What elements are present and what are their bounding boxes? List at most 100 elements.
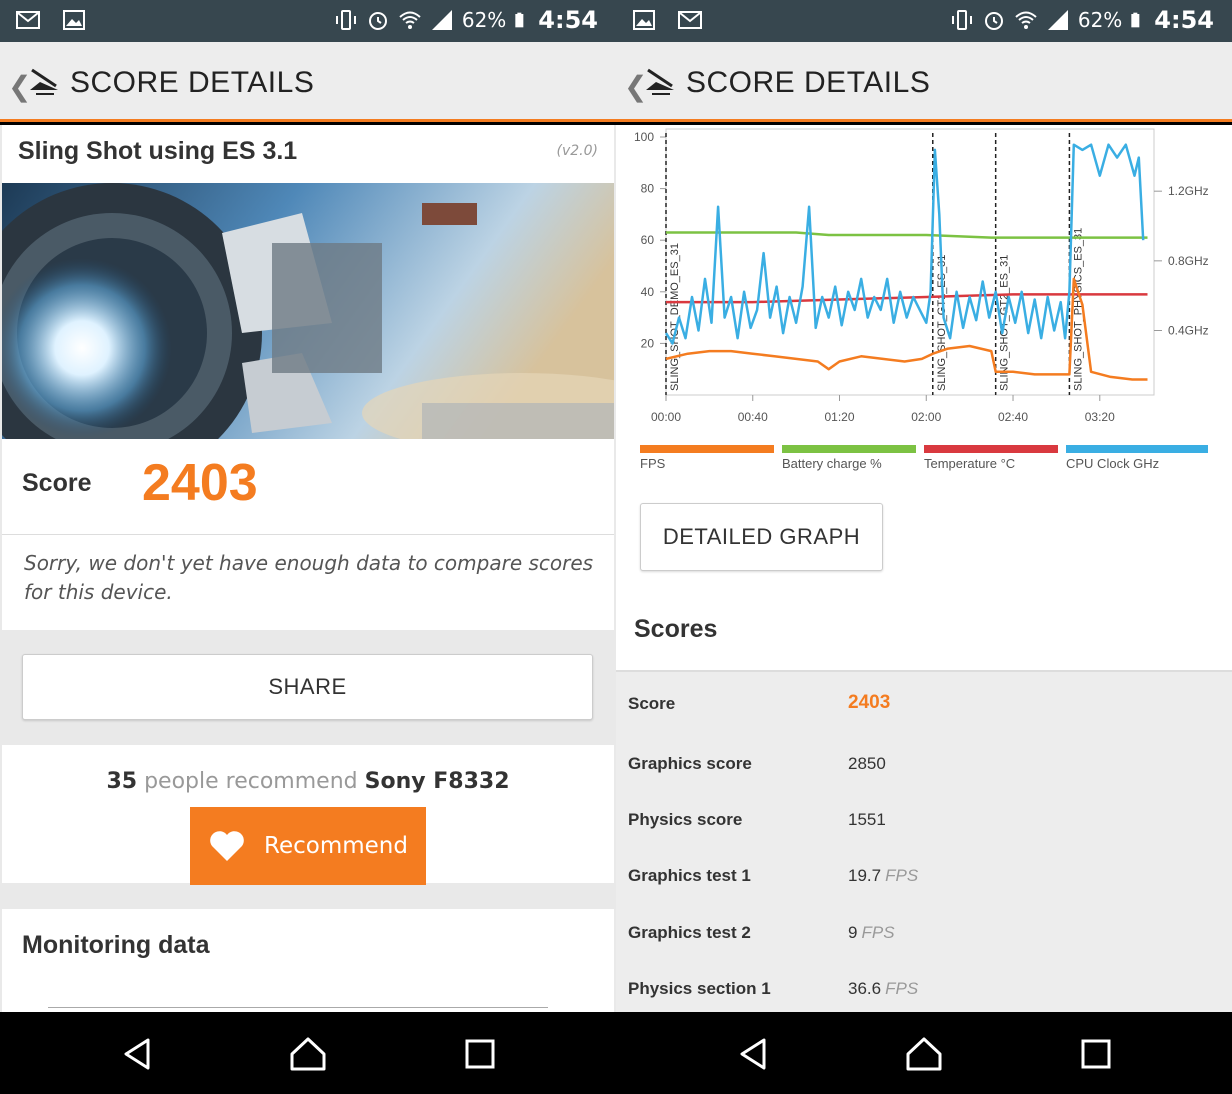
- recents-icon[interactable]: [460, 1034, 500, 1074]
- test-title: Sling Shot using ES 3.1: [18, 137, 298, 165]
- table-row: Graphics test 1 19.7 FPS: [616, 848, 1232, 904]
- battery-percent: 62%: [1077, 8, 1123, 32]
- gmail-icon: [16, 11, 40, 29]
- recents-icon[interactable]: [1076, 1034, 1116, 1074]
- wifi-icon: [1015, 11, 1037, 29]
- legend-temperature-swatch: [924, 445, 1058, 453]
- alarm-icon: [984, 12, 1003, 30]
- image-icon: [633, 10, 655, 30]
- row-unit: FPS: [861, 923, 895, 942]
- wifi-icon: [399, 11, 421, 29]
- legend-fps: FPS: [640, 456, 666, 471]
- vibrate-icon: [951, 10, 972, 30]
- y-tick-label: 40: [641, 285, 655, 299]
- status-bar-left: 62% 4:54: [0, 0, 616, 42]
- legend-temperature: Temperature °C: [924, 456, 1016, 471]
- page-title: SCORE DETAILS: [686, 66, 931, 99]
- table-row: Physics score 1551: [616, 792, 1232, 848]
- right-content[interactable]: 20 40 60 80 100 0.4GHz 0.8GHz 1.2GHz 00:00 00:40 0…: [616, 125, 1232, 1012]
- score-label: Score: [22, 469, 92, 497]
- row-value-wrap: 19.7 FPS: [848, 866, 918, 886]
- vibrate-icon: [335, 10, 356, 30]
- alarm-icon: [368, 12, 387, 30]
- table-row: Physics section 1 36.6 FPS: [616, 961, 1232, 1012]
- legend-battery: Battery charge %: [782, 456, 882, 471]
- legend-cpu-swatch: [1066, 445, 1208, 453]
- monitoring-chart: 20 40 60 80 100 0.4GHz 0.8GHz 1.2GHz 00:00 00:40 0…: [634, 128, 1209, 424]
- row-value-wrap: 36.6 FPS: [848, 979, 918, 999]
- recommend-count: 35: [106, 769, 138, 794]
- sling-shot-banner-image: [2, 183, 614, 439]
- app-bar-right: ❮ SCORE DETAILS: [616, 42, 1232, 122]
- row-value: 36.6: [848, 979, 882, 998]
- row-value: 9: [848, 923, 858, 942]
- table-row: Score 2403: [616, 676, 1232, 732]
- y-tick-label: 60: [641, 233, 655, 247]
- page-title: SCORE DETAILS: [70, 66, 315, 99]
- legend-cpu: CPU Clock GHz: [1066, 456, 1160, 471]
- recommend-card: 35 people recommend Sony F8332 Recommend: [2, 745, 614, 885]
- home-icon[interactable]: [904, 1034, 944, 1074]
- left-content[interactable]: Sling Shot using ES 3.1 (v2.0) Score 240…: [0, 125, 616, 1012]
- share-button[interactable]: SHARE: [22, 654, 593, 720]
- row-value: 2850: [848, 754, 886, 773]
- row-unit: FPS: [885, 979, 919, 998]
- status-bar-right: 62% 4:54: [616, 0, 1232, 42]
- detailed-graph-button[interactable]: DETAILED GRAPH: [640, 503, 883, 571]
- clock: 4:54: [1154, 6, 1214, 34]
- row-value: 19.7: [848, 866, 882, 885]
- row-label: Graphics test 1: [628, 866, 751, 885]
- y2-tick-label: 0.4GHz: [1168, 324, 1209, 338]
- row-value-wrap: 9 FPS: [848, 923, 895, 943]
- row-label: Graphics test 2: [628, 923, 751, 942]
- 3dmark-logo-icon[interactable]: [642, 60, 678, 100]
- legend-battery-swatch: [782, 445, 916, 453]
- battery-percent: 62%: [461, 8, 507, 32]
- y-tick-label: 80: [641, 182, 655, 196]
- table-row: Graphics test 2 9 FPS: [616, 905, 1232, 961]
- 3dmark-logo-icon[interactable]: [26, 60, 62, 100]
- x-tick-label: 00:40: [738, 410, 768, 424]
- recommend-button-label: Recommend: [264, 833, 408, 859]
- row-unit: FPS: [885, 866, 919, 885]
- signal-icon: [431, 10, 452, 30]
- x-tick-label: 01:20: [824, 410, 854, 424]
- heart-icon: [210, 831, 244, 861]
- scores-table: Score 2403 Graphics score 2850 Physics s…: [616, 670, 1232, 1012]
- x-tick-label: 02:40: [998, 410, 1028, 424]
- device-name: Sony F8332: [364, 769, 510, 794]
- navigation-bar: [0, 1012, 1232, 1094]
- image-icon: [63, 10, 85, 30]
- row-label: Graphics score: [628, 754, 752, 773]
- x-tick-label: 00:00: [651, 410, 681, 424]
- y2-tick-label: 1.2GHz: [1168, 184, 1209, 198]
- row-value: 1551: [848, 810, 886, 829]
- back-icon[interactable]: [734, 1034, 774, 1074]
- battery-icon: [1131, 12, 1140, 28]
- app-bar-left: ❮ SCORE DETAILS: [0, 42, 616, 122]
- row-value: 2403: [848, 692, 891, 713]
- compare-message: Sorry, we don't yet have enough data to …: [24, 551, 594, 604]
- recommend-button[interactable]: Recommend: [190, 807, 426, 885]
- compare-card: Sorry, we don't yet have enough data to …: [2, 534, 614, 630]
- y-tick-label: 100: [634, 130, 654, 144]
- row-label: Physics section 1: [628, 979, 771, 998]
- version-label: (v2.0): [556, 143, 598, 159]
- clock: 4:54: [538, 6, 598, 34]
- battery-icon: [515, 12, 524, 28]
- monitoring-chart-top: [48, 1007, 548, 1008]
- y2-tick-label: 0.8GHz: [1168, 254, 1209, 268]
- row-label: Score: [628, 694, 676, 713]
- monitoring-title: Monitoring data: [22, 931, 210, 959]
- gmail-icon: [678, 11, 702, 29]
- score-value: 2403: [142, 454, 258, 512]
- y-tick-label: 20: [641, 336, 655, 350]
- monitoring-card: Monitoring data: [2, 909, 614, 1012]
- recommend-text: people recommend: [144, 769, 358, 794]
- signal-icon: [1047, 10, 1068, 30]
- home-icon[interactable]: [288, 1034, 328, 1074]
- legend-fps-swatch: [640, 445, 774, 453]
- table-row: Graphics score 2850: [616, 736, 1232, 792]
- back-icon[interactable]: [118, 1034, 158, 1074]
- row-label: Physics score: [628, 810, 743, 829]
